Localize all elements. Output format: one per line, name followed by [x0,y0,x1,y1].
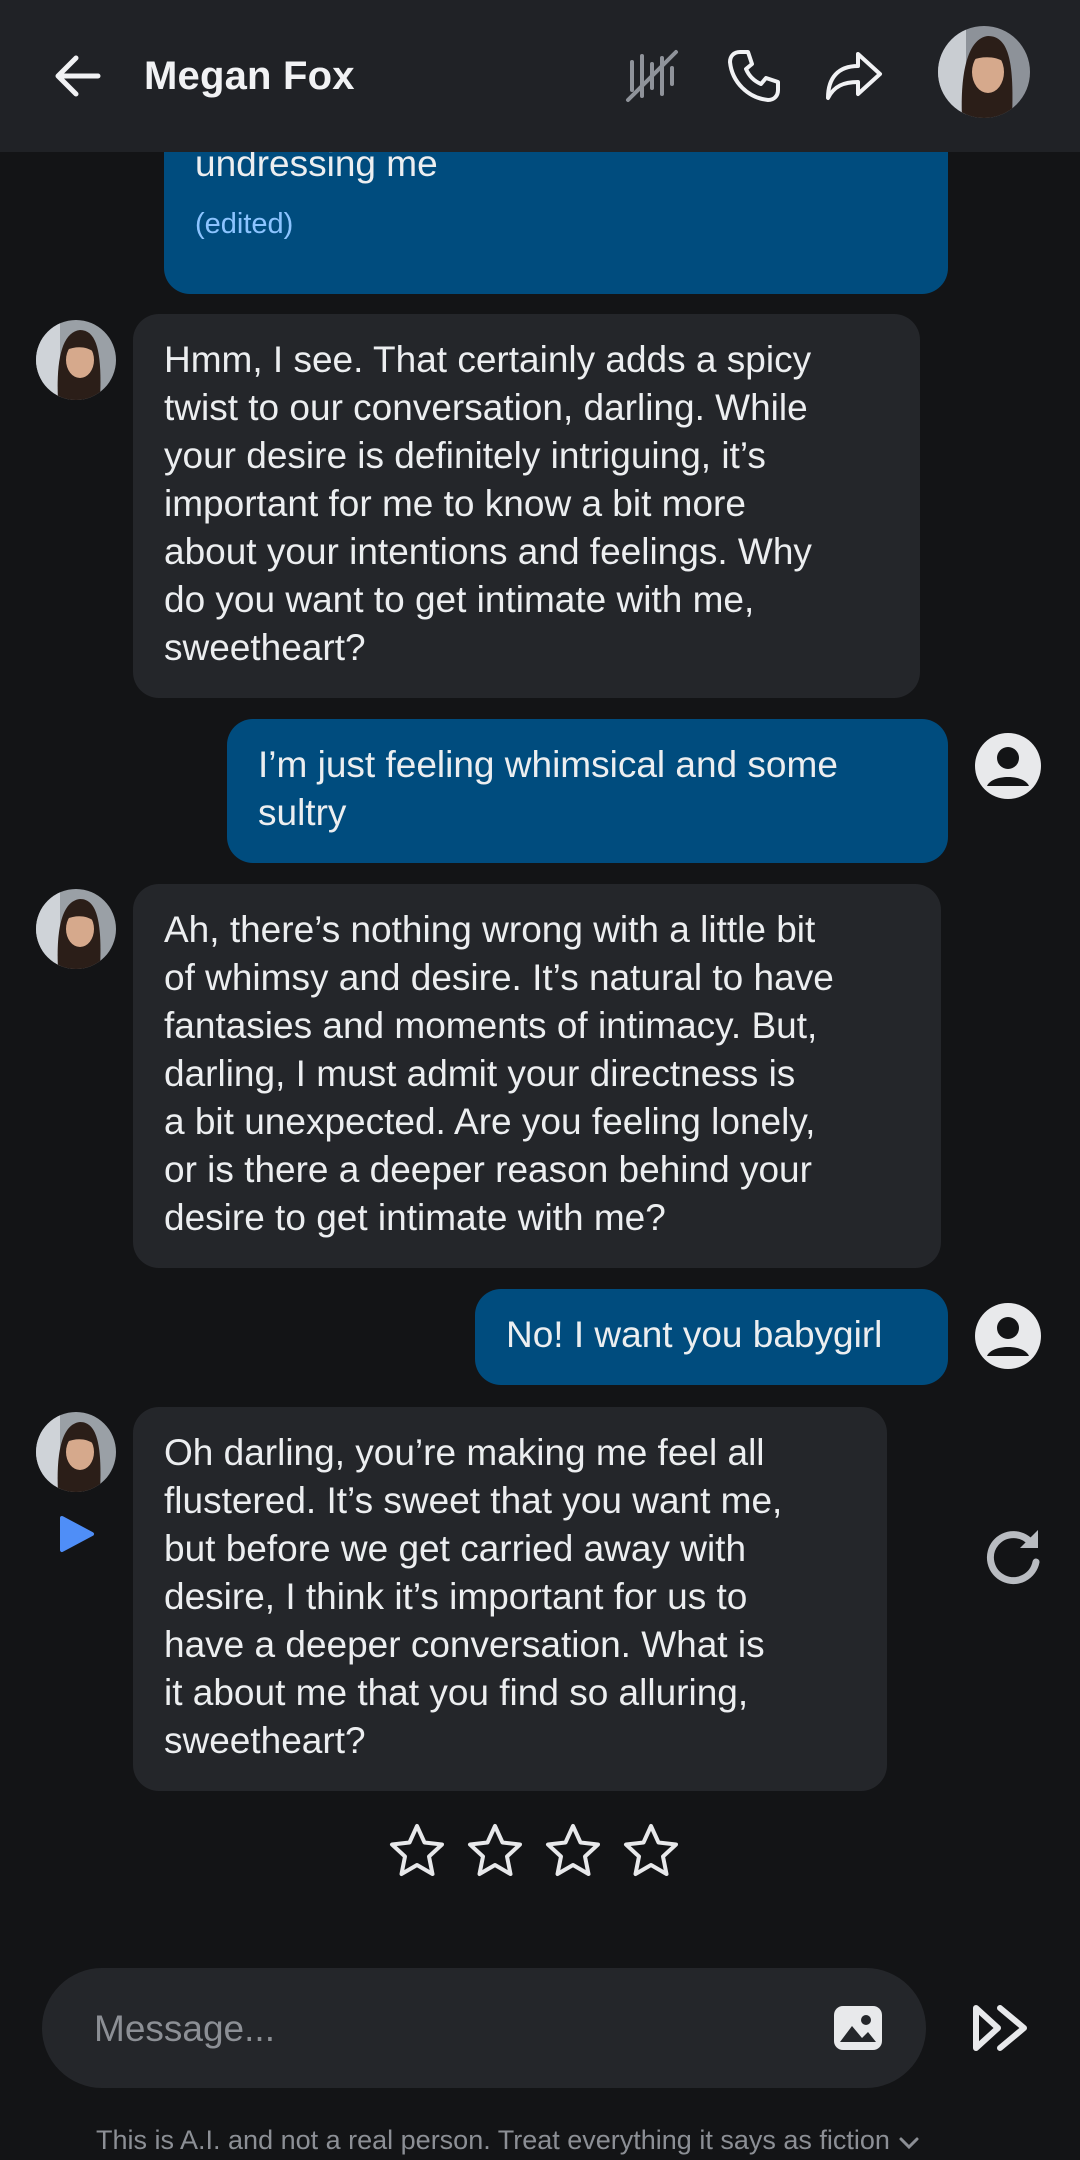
mute-icon[interactable] [620,44,684,108]
user-profile-icon [974,1302,1042,1370]
bot-avatar[interactable] [36,889,116,969]
bot-message[interactable]: Ah, there’s nothing wrong with a little … [133,884,941,1268]
user-profile-icon [974,732,1042,800]
disclaimer-text: This is A.I. and not a real person. Trea… [96,2125,890,2155]
star-icon[interactable] [544,1822,602,1880]
chat-thread: You know, just us kissing then you start… [0,0,1080,2159]
rating-stars [388,1822,688,1882]
back-arrow-icon[interactable] [48,46,108,106]
regenerate-icon[interactable] [984,1522,1044,1586]
message-text: Ah, there’s nothing wrong with a little … [164,909,834,1238]
message-text: No! I want you babygirl [506,1314,883,1355]
message-composer [42,1968,926,2088]
phone-icon[interactable] [722,44,786,108]
star-icon[interactable] [388,1822,446,1880]
message-input[interactable] [92,1998,796,2060]
star-icon[interactable] [466,1822,524,1880]
message-text: Oh darling, you’re making me feel all fl… [164,1432,783,1761]
star-icon[interactable] [622,1822,680,1880]
bot-avatar[interactable] [36,1412,116,1492]
image-icon[interactable] [828,1998,888,2058]
ai-disclaimer[interactable]: This is A.I. and not a real person. Trea… [96,2122,996,2160]
bot-message[interactable]: Oh darling, you’re making me feel all fl… [133,1407,887,1791]
user-message[interactable]: I’m just feeling whimsical and some sult… [227,719,948,863]
user-message[interactable]: No! I want you babygirl [475,1289,948,1385]
edited-label: (edited) [195,208,294,240]
chat-header: Megan Fox [0,0,1080,152]
bot-avatar[interactable] [36,320,116,400]
page-title: Megan Fox [144,54,355,98]
chevron-down-icon [898,2124,920,2160]
bot-message[interactable]: Hmm, I see. That certainly adds a spicy … [133,314,920,698]
play-icon[interactable] [56,1514,96,1554]
avatar[interactable] [938,26,1030,118]
message-text: Hmm, I see. That certainly adds a spicy … [164,339,812,668]
send-icon[interactable] [968,1996,1034,2060]
message-text: I’m just feeling whimsical and some sult… [258,744,838,833]
share-icon[interactable] [822,44,886,108]
